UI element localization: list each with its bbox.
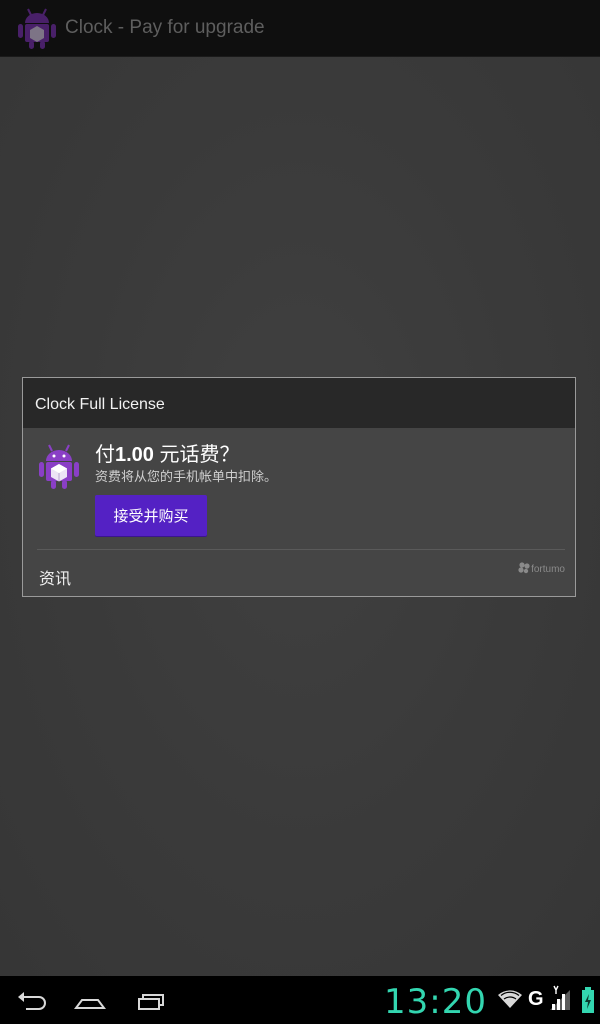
home-icon[interactable] xyxy=(70,986,110,1014)
android-robot-icon xyxy=(18,8,56,49)
network-type: G xyxy=(528,988,544,1010)
info-link[interactable]: 资讯 xyxy=(39,565,71,589)
android-robot-icon xyxy=(39,444,79,489)
price-text: 付1.00 元话费？ xyxy=(95,438,240,467)
signal-icon xyxy=(550,985,570,1010)
dialog-title: Clock Full License xyxy=(35,396,165,413)
provider-name: fortumo xyxy=(531,564,565,575)
price-amount: 1.00 xyxy=(115,444,154,466)
purchase-dialog: Clock Full License 付1.00 元话费？ 资费将从您的手机帐单… xyxy=(22,377,576,597)
fortumo-mark-icon xyxy=(518,562,530,574)
system-bar: 13:20 G xyxy=(0,976,600,1024)
divider xyxy=(37,549,565,550)
app-title: Clock - Pay for upgrade xyxy=(65,17,265,38)
accept-and-buy-button[interactable]: 接受并购买 xyxy=(95,495,207,536)
action-bar: Clock - Pay for upgrade xyxy=(0,0,600,57)
battery-icon xyxy=(582,987,594,1013)
recent-apps-icon[interactable] xyxy=(130,986,170,1014)
fortumo-logo: fortumo xyxy=(517,561,565,575)
price-suffix: 元话费？ xyxy=(153,444,240,466)
clock-time: 13:20 xyxy=(384,982,487,1022)
billing-note: 资费将从您的手机帐单中扣除。 xyxy=(95,469,278,484)
back-icon[interactable] xyxy=(12,986,52,1014)
screen: Clock - Pay for upgrade Clock Full Licen… xyxy=(0,0,600,1024)
wifi-icon xyxy=(498,990,522,1008)
dialog-header: Clock Full License xyxy=(23,378,575,428)
price-prefix: 付 xyxy=(95,444,115,466)
